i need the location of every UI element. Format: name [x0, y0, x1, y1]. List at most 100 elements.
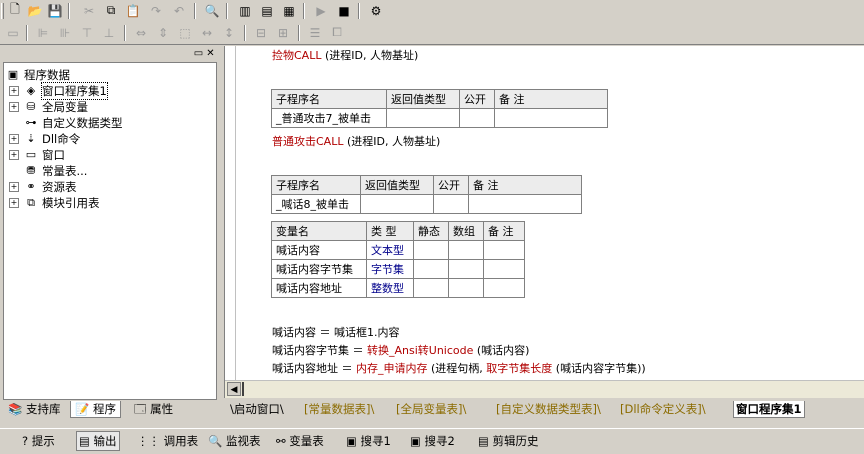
debug-icon[interactable]: ⚙	[367, 2, 385, 19]
distribute-icon[interactable]: ☰	[306, 24, 324, 41]
toolbar-separator	[244, 25, 246, 41]
tab-search2[interactable]: ▣ 搜寻2	[410, 432, 455, 450]
align-icon[interactable]: ▭	[4, 24, 22, 41]
save-icon[interactable]: 💾	[46, 2, 64, 19]
center-v-icon[interactable]: ⊞	[274, 24, 292, 41]
tab-properties[interactable]: 🗔 属性	[130, 401, 177, 418]
constant-icon: ⛃	[26, 164, 36, 177]
tab-window-assembly[interactable]: 窗口程序集1	[733, 401, 805, 418]
toolbar-separator	[68, 3, 70, 19]
tab-global-vars[interactable]: [全局变量表]\	[396, 401, 466, 417]
variable-icon: ⚯	[276, 434, 286, 448]
tab-dll-commands[interactable]: [Dll命令定义表]\	[620, 401, 706, 417]
align-center-icon[interactable]: ⊪	[56, 24, 74, 41]
lock-icon[interactable]: ⧠	[328, 24, 346, 41]
watch-icon: 🔍	[208, 434, 223, 448]
align-left-icon[interactable]: ⊫	[34, 24, 52, 41]
code-line-pickup-call[interactable]: 捡物CALL (进程ID, 人物基址)	[272, 49, 418, 63]
project-panel: ▭ ✕ ▣ 程序数据 + ◈ 窗口程序集1 + ⛁ 全局变量 ⊶ 自定义数据类型…	[0, 46, 221, 418]
v-space-icon[interactable]: ↕	[220, 24, 238, 41]
layout-bottom-icon[interactable]: ▤	[258, 2, 276, 19]
undo-icon[interactable]: ↶	[170, 2, 188, 19]
code-line-2[interactable]: 喊话内容字节集 ＝ 转换_Ansi转Unicode (喊话内容)	[272, 344, 529, 358]
tree-item-label: 资源表	[42, 180, 77, 194]
tab-clip-history[interactable]: ▤ 剪辑历史	[478, 432, 539, 450]
layout-full-icon[interactable]: ▦	[280, 2, 298, 19]
tree-item-label: 程序数据	[24, 68, 70, 82]
code-line-attack-call[interactable]: 普通攻击CALL (进程ID, 人物基址)	[272, 135, 440, 149]
tab-output[interactable]: ▤ 输出	[76, 431, 120, 451]
stop-icon[interactable]: ■	[335, 2, 353, 19]
tree-item-label: 自定义数据类型	[42, 116, 123, 130]
align-bottom-icon[interactable]: ⊥	[100, 24, 118, 41]
database-icon: ▣	[7, 68, 19, 81]
panel-restore-icon[interactable]: ▭	[193, 48, 204, 59]
toolbar-separator	[298, 25, 300, 41]
tree-item-label: 窗口程序集1	[41, 82, 108, 100]
tree-item-label: 常量表...	[42, 164, 88, 178]
panel-close-icon[interactable]: ✕	[205, 48, 216, 59]
program-icon: 📝	[75, 402, 90, 416]
align-top-icon[interactable]: ⊤	[78, 24, 96, 41]
cut-icon[interactable]: ✂	[80, 2, 98, 19]
call-table-icon: ⋮⋮	[137, 434, 160, 448]
toolbar-separator	[303, 3, 305, 19]
table-row[interactable]: 喊话内容地址 整数型	[271, 278, 525, 298]
horizontal-scrollbar[interactable]: ◀	[225, 380, 864, 398]
module-icon: ⧉	[27, 196, 35, 209]
same-height-icon[interactable]: ⇕	[154, 24, 172, 41]
tree-item-window-assembly[interactable]: + ◈ 窗口程序集1	[4, 82, 214, 100]
tab-startup-window[interactable]: \启动窗口\	[230, 401, 284, 417]
paste-icon[interactable]: 📋	[124, 2, 142, 19]
same-width-icon[interactable]: ⇔	[132, 24, 150, 41]
toolbar-separator	[194, 3, 196, 19]
output-icon: ▤	[79, 434, 90, 448]
tab-variable-table[interactable]: ⚯ 变量表	[276, 432, 324, 450]
tab-support-library[interactable]: 📚 支持库	[4, 401, 64, 418]
properties-icon: 🗔	[134, 402, 147, 416]
redo-icon[interactable]: ↷	[147, 2, 165, 19]
datatype-icon: ⊶	[25, 116, 37, 129]
tab-watch-table[interactable]: 🔍 监视表	[208, 432, 260, 450]
h-space-icon[interactable]: ↔	[198, 24, 216, 41]
subroutine-table-attack: 子程序名 返回值类型 公开 备 注 _普通攻击7_被单击	[271, 89, 608, 128]
copy-icon[interactable]: ⧉	[102, 2, 120, 19]
tree-item-label: 全局变量	[42, 100, 88, 114]
tab-program[interactable]: 📝 程序	[70, 401, 121, 418]
tab-datatypes[interactable]: [自定义数据类型表]\	[496, 401, 601, 417]
layers-icon: ◈	[26, 84, 36, 97]
scroll-thumb[interactable]	[242, 382, 244, 396]
table-row[interactable]: 喊话内容字节集 字节集	[271, 259, 525, 279]
code-line-1[interactable]: 喊话内容 ＝ 喊话框1.内容	[272, 326, 400, 340]
align-toolbar: ▭ ⊫ ⊪ ⊤ ⊥ ⇔ ⇕ ⬚ ↔ ↕ ⊟ ⊞ ☰ ⧠	[0, 22, 864, 45]
run-icon[interactable]: ▶	[312, 2, 330, 19]
table-row[interactable]: 喊话内容 文本型	[271, 240, 525, 260]
tab-search1[interactable]: ▣ 搜寻1	[346, 432, 391, 450]
expand-icon[interactable]: +	[9, 134, 19, 144]
expand-icon[interactable]: +	[9, 86, 19, 96]
expand-icon[interactable]: +	[9, 198, 19, 208]
tab-hint[interactable]: ? 提示	[22, 432, 55, 450]
center-h-icon[interactable]: ⊟	[252, 24, 270, 41]
open-folder-icon[interactable]: 📂	[26, 2, 44, 19]
toolbar-separator	[124, 25, 126, 41]
tab-constants[interactable]: [常量数据表]\	[304, 401, 374, 417]
editor-gutter	[225, 46, 236, 380]
variable-table: 变量名 类 型 静态 数组 备 注 喊话内容 文本型 喊话内容字节集 字节集 喊…	[271, 221, 525, 298]
subroutine-name-cell[interactable]: _普通攻击7_被单击	[271, 108, 387, 128]
same-size-icon[interactable]: ⬚	[176, 24, 194, 41]
code-line-3[interactable]: 喊话内容地址 ＝ 内存_申请内存 (进程句柄, 取字节集长度 (喊话内容字节集)…	[272, 362, 646, 376]
expand-icon[interactable]: +	[9, 150, 19, 160]
expand-icon[interactable]: +	[9, 102, 19, 112]
dll-icon: ⇣	[26, 132, 36, 145]
code-editor[interactable]: 捡物CALL (进程ID, 人物基址) 子程序名 返回值类型 公开 备 注 _普…	[224, 46, 864, 398]
layout-left-icon[interactable]: ▥	[236, 2, 254, 19]
tab-call-table[interactable]: ⋮⋮ 调用表	[137, 432, 198, 450]
new-file-icon[interactable]: 🗋	[6, 2, 24, 19]
find-icon[interactable]: 🔍	[203, 2, 221, 19]
toolbar-grip[interactable]	[1, 3, 4, 19]
expand-icon[interactable]: +	[9, 182, 19, 192]
subroutine-name-cell[interactable]: _喊话8_被单击	[271, 194, 361, 214]
scroll-left-icon[interactable]: ◀	[227, 382, 241, 396]
toolbar-separator	[358, 3, 360, 19]
